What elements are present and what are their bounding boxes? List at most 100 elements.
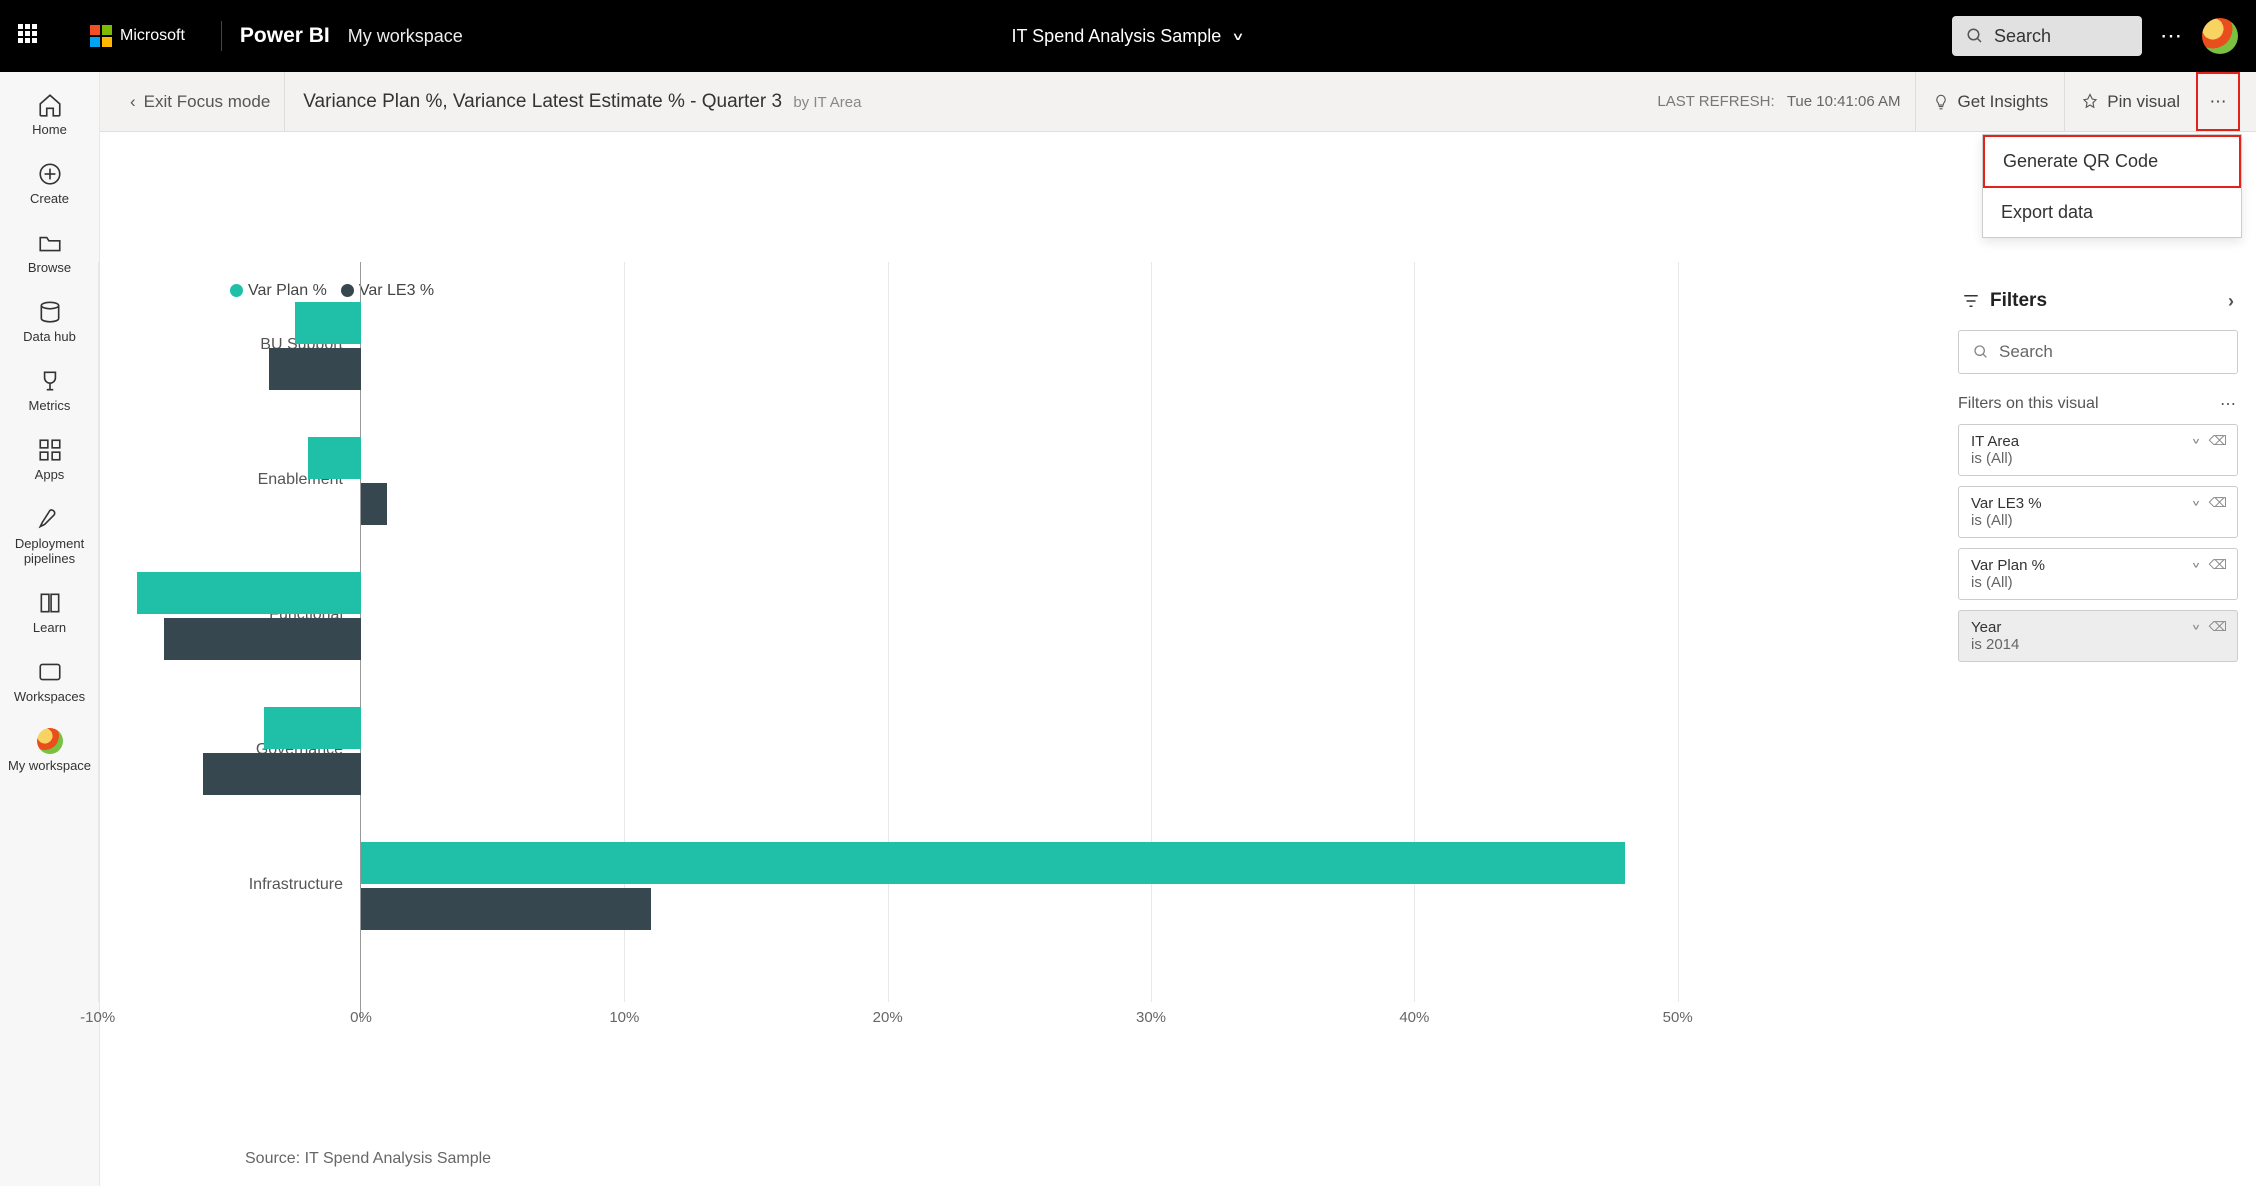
nav-workspaces[interactable]: Workspaces bbox=[0, 647, 99, 716]
visual-title: Variance Plan %, Variance Latest Estimat… bbox=[303, 91, 861, 113]
nav-my-workspace[interactable]: My workspace bbox=[0, 716, 99, 785]
filter-icon bbox=[1962, 292, 1980, 310]
menu-generate-qr[interactable]: Generate QR Code bbox=[1983, 135, 2241, 188]
nav-metrics[interactable]: Metrics bbox=[0, 356, 99, 425]
rocket-icon bbox=[37, 506, 63, 532]
source-label: Source: IT Spend Analysis Sample bbox=[245, 1150, 491, 1167]
x-axis-tick-label: -10% bbox=[80, 1009, 115, 1026]
eraser-icon[interactable]: ⌫ bbox=[2209, 619, 2227, 635]
filter-name: Var LE3 % bbox=[1971, 495, 2225, 512]
more-options-menu: Generate QR Code Export data bbox=[1982, 134, 2242, 238]
nav-label: Workspaces bbox=[14, 689, 85, 704]
menu-label: Generate QR Code bbox=[2003, 151, 2158, 171]
menu-label: Export data bbox=[2001, 202, 2093, 222]
bar[interactable] bbox=[164, 618, 362, 660]
menu-export-data[interactable]: Export data bbox=[1983, 188, 2241, 237]
x-axis-tick-label: 40% bbox=[1399, 1009, 1429, 1026]
bar[interactable] bbox=[308, 437, 361, 479]
get-insights-label: Get Insights bbox=[1958, 92, 2049, 112]
nav-learn[interactable]: Learn bbox=[0, 578, 99, 647]
header-more-icon[interactable]: ⋯ bbox=[2160, 23, 2184, 49]
filter-card[interactable]: IT Areais (All) ∨ ⌫ bbox=[1958, 424, 2238, 476]
filters-pane: Filters › Search Filters on this visual … bbox=[1958, 282, 2238, 662]
last-refresh: LAST REFRESH: Tue 10:41:06 AM bbox=[1657, 93, 1900, 110]
filter-card[interactable]: Var Plan %is (All) ∨ ⌫ bbox=[1958, 548, 2238, 600]
report-title-dropdown[interactable]: IT Spend Analysis Sample ∨ bbox=[1012, 26, 1245, 47]
pin-visual-button[interactable]: Pin visual bbox=[2064, 72, 2196, 131]
eraser-icon[interactable]: ⌫ bbox=[2209, 433, 2227, 449]
nav-deployment-pipelines[interactable]: Deployment pipelines bbox=[0, 494, 99, 578]
bar[interactable] bbox=[137, 572, 361, 614]
nav-home[interactable]: Home bbox=[0, 80, 99, 149]
bar[interactable] bbox=[269, 348, 361, 390]
product-name[interactable]: Power BI bbox=[240, 24, 330, 48]
nav-create[interactable]: Create bbox=[0, 149, 99, 218]
filters-more-icon[interactable]: ⋯ bbox=[2220, 394, 2238, 414]
workspace-avatar-icon bbox=[37, 728, 63, 754]
chevron-down-icon[interactable]: ∨ bbox=[2191, 436, 2201, 446]
filters-expand-icon[interactable]: › bbox=[2228, 291, 2234, 312]
bar[interactable] bbox=[361, 842, 1625, 884]
filters-heading-label: Filters bbox=[1990, 290, 2047, 312]
chart-source: Source: IT Spend Analysis Sample bbox=[245, 1150, 491, 1168]
filter-name: Year bbox=[1971, 619, 2225, 636]
toolbar-more-button[interactable]: ⋯ bbox=[2196, 72, 2240, 131]
nav-label: Create bbox=[30, 191, 69, 206]
user-avatar[interactable] bbox=[2202, 18, 2238, 54]
eraser-icon[interactable]: ⌫ bbox=[2209, 557, 2227, 573]
eraser-icon[interactable]: ⌫ bbox=[2209, 495, 2227, 511]
workspace-breadcrumb[interactable]: My workspace bbox=[348, 26, 463, 47]
pin-icon bbox=[2081, 93, 2099, 111]
title-sub: by IT Area bbox=[793, 94, 861, 111]
nav-data-hub[interactable]: Data hub bbox=[0, 287, 99, 356]
filter-card[interactable]: Yearis 2014∨⌫ bbox=[1958, 610, 2238, 662]
x-axis-tick-label: 20% bbox=[873, 1009, 903, 1026]
bar[interactable] bbox=[361, 483, 387, 525]
filter-name: IT Area bbox=[1971, 433, 2225, 450]
chevron-left-icon: ‹ bbox=[130, 92, 136, 112]
database-icon bbox=[37, 299, 63, 325]
nav-label: Learn bbox=[33, 620, 66, 635]
plot-area: -10%0%10%20%30%40%50%BU SupportEnablemen… bbox=[360, 262, 1940, 1022]
bar[interactable] bbox=[295, 302, 361, 344]
filter-name: Var Plan % bbox=[1971, 557, 2225, 574]
exit-focus-button[interactable]: ‹ Exit Focus mode bbox=[116, 72, 285, 131]
search-icon bbox=[1973, 344, 1989, 360]
bar[interactable] bbox=[203, 753, 361, 795]
filter-card[interactable]: Var LE3 %is (All)∨⌫ bbox=[1958, 486, 2238, 538]
grid-line bbox=[888, 262, 889, 1002]
lightbulb-icon bbox=[1932, 93, 1950, 111]
global-search[interactable]: Search bbox=[1952, 16, 2142, 56]
app-launcher-icon[interactable] bbox=[18, 24, 42, 48]
filter-value: is (All) bbox=[1971, 574, 2013, 591]
book-icon bbox=[37, 590, 63, 616]
filters-search[interactable]: Search bbox=[1958, 330, 2238, 374]
filters-search-placeholder: Search bbox=[1999, 342, 2053, 362]
grid-line bbox=[1151, 262, 1152, 1002]
bar[interactable] bbox=[264, 707, 361, 749]
refresh-timestamp: Tue 10:41:06 AM bbox=[1787, 93, 1901, 110]
exit-label: Exit Focus mode bbox=[144, 92, 271, 112]
search-placeholder: Search bbox=[1994, 26, 2051, 47]
chevron-down-icon[interactable]: ∨ bbox=[2191, 560, 2201, 570]
filter-value: is (All) bbox=[1971, 450, 2013, 467]
filters-header: Filters › bbox=[1958, 282, 2238, 320]
microsoft-logo-icon bbox=[90, 25, 112, 47]
nav-apps[interactable]: Apps bbox=[0, 425, 99, 494]
get-insights-button[interactable]: Get Insights bbox=[1915, 72, 2065, 131]
company-name: Microsoft bbox=[120, 27, 185, 45]
chevron-down-icon[interactable]: ∨ bbox=[2191, 622, 2201, 632]
home-icon bbox=[37, 92, 63, 118]
plus-circle-icon bbox=[37, 161, 63, 187]
chart: -10%0%10%20%30%40%50%BU SupportEnablemen… bbox=[140, 262, 1940, 1022]
report-name: IT Spend Analysis Sample bbox=[1012, 26, 1222, 47]
x-axis-tick-label: 50% bbox=[1663, 1009, 1693, 1026]
grid-line bbox=[1414, 262, 1415, 1002]
search-icon bbox=[1966, 27, 1984, 45]
nav-browse[interactable]: Browse bbox=[0, 218, 99, 287]
chevron-down-icon[interactable]: ∨ bbox=[2191, 498, 2201, 508]
grid-line bbox=[1678, 262, 1679, 1002]
x-axis-tick-label: 0% bbox=[350, 1009, 372, 1026]
x-axis-tick-label: 10% bbox=[609, 1009, 639, 1026]
bar[interactable] bbox=[361, 888, 651, 930]
